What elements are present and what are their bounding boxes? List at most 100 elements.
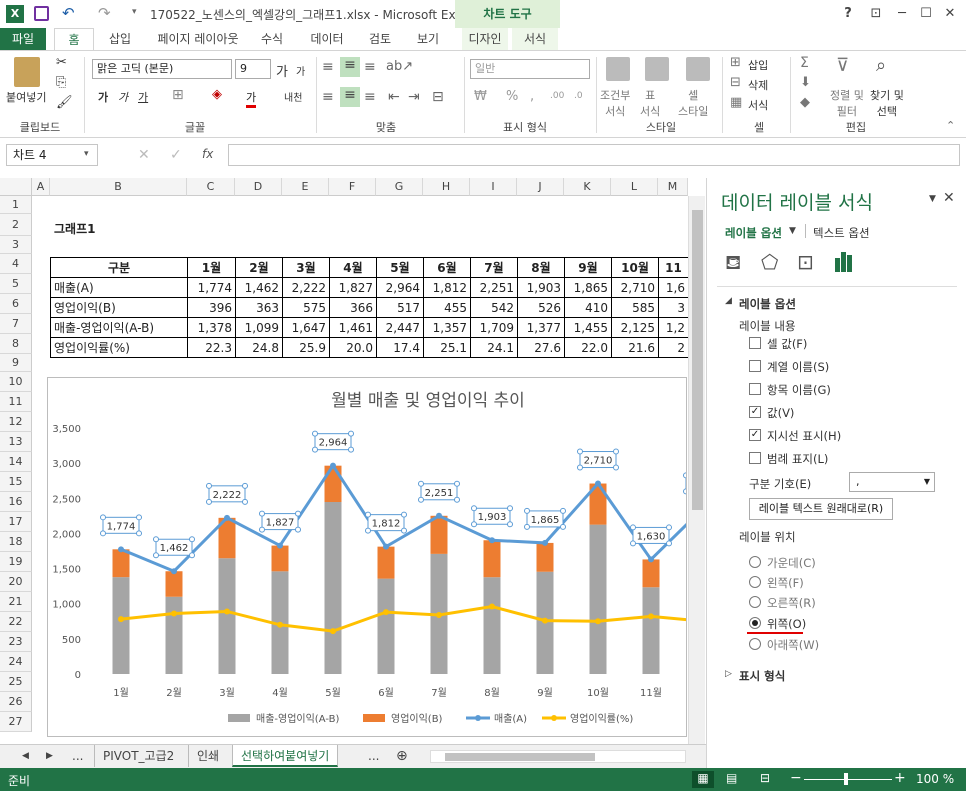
- row-header[interactable]: 3: [0, 236, 32, 254]
- row-header[interactable]: 11: [0, 392, 32, 412]
- table-cell[interactable]: 영업이익률(%): [50, 337, 188, 358]
- tab-file[interactable]: 파일: [0, 28, 46, 50]
- page-break-view-icon[interactable]: ⊟: [760, 771, 770, 785]
- comma-button[interactable]: ,: [530, 89, 534, 104]
- insert-cells-icon[interactable]: ⊞: [730, 55, 741, 70]
- row-header[interactable]: 7: [0, 314, 32, 334]
- align-middle-icon[interactable]: ≡: [340, 57, 360, 77]
- header-cell[interactable]: 1월: [187, 257, 236, 278]
- row-header[interactable]: 2: [0, 214, 32, 236]
- sort-filter-icon[interactable]: ⊽: [836, 55, 849, 76]
- header-cell[interactable]: 2월: [235, 257, 283, 278]
- formula-input[interactable]: [228, 144, 960, 166]
- enter-icon[interactable]: ✓: [170, 147, 182, 163]
- zoom-out-button[interactable]: −: [790, 770, 802, 786]
- tab-insert[interactable]: 삽입: [100, 28, 140, 50]
- select-all-corner[interactable]: [0, 178, 32, 196]
- checkbox-series-name[interactable]: [749, 360, 761, 372]
- help-button[interactable]: ?: [836, 4, 860, 24]
- radio-center[interactable]: [749, 556, 761, 568]
- checkbox-series-name-label[interactable]: 계열 이름(S): [767, 359, 829, 375]
- tab-data[interactable]: 데이터: [302, 28, 352, 50]
- row-header[interactable]: 21: [0, 592, 32, 612]
- maximize-button[interactable]: ☐: [914, 4, 938, 24]
- table-cell[interactable]: 366: [329, 297, 377, 318]
- qat-customize-icon[interactable]: ▾: [132, 7, 137, 17]
- row-header[interactable]: 24: [0, 652, 32, 672]
- row-header[interactable]: 17: [0, 512, 32, 532]
- table-format-button[interactable]: 표 서식: [640, 87, 660, 119]
- row-header[interactable]: 13: [0, 432, 32, 452]
- copy-icon[interactable]: ⎘: [56, 75, 66, 90]
- radio-right[interactable]: [749, 596, 761, 608]
- checkbox-value[interactable]: ✓: [749, 406, 761, 418]
- pane-menu-icon[interactable]: ▼: [929, 194, 936, 204]
- fill-color-icon[interactable]: ◈: [212, 87, 222, 102]
- header-cell[interactable]: 5월: [376, 257, 424, 278]
- column-header-j[interactable]: J: [517, 178, 564, 196]
- row-header[interactable]: 9: [0, 354, 32, 372]
- header-cell[interactable]: 11: [658, 257, 689, 278]
- column-header-b[interactable]: B: [50, 178, 187, 196]
- row-header[interactable]: 8: [0, 334, 32, 354]
- table-cell[interactable]: 24.1: [470, 337, 518, 358]
- redo-icon[interactable]: ↷: [98, 4, 111, 22]
- column-header-h[interactable]: H: [423, 178, 470, 196]
- paste-icon[interactable]: [14, 57, 40, 87]
- tab-format[interactable]: 서식: [512, 28, 558, 50]
- section-number[interactable]: 표시 형식: [739, 668, 785, 684]
- checkbox-leader-lines-label[interactable]: 지시선 표시(H): [767, 428, 841, 444]
- sheet-tab-more-right[interactable]: ...: [360, 745, 387, 767]
- table-cell[interactable]: 1,6: [658, 277, 689, 298]
- sheet-tab-pivot[interactable]: PIVOT_고급2: [94, 745, 182, 767]
- tab-page-layout[interactable]: 페이지 레이아웃: [148, 28, 248, 50]
- save-icon[interactable]: [34, 6, 49, 21]
- checkbox-category-name[interactable]: [749, 383, 761, 395]
- collapse-ribbon-icon[interactable]: ⌃: [946, 119, 955, 132]
- align-bottom-icon[interactable]: ≡: [364, 59, 376, 75]
- checkbox-value-label[interactable]: 값(V): [767, 405, 794, 421]
- checkbox-cell-value[interactable]: [749, 337, 761, 349]
- scroll-left-icon[interactable]: ◀: [14, 745, 37, 767]
- column-header-k[interactable]: K: [564, 178, 611, 196]
- find-select-icon[interactable]: ⌕: [876, 55, 886, 76]
- table-cell[interactable]: 20.0: [329, 337, 377, 358]
- table-cell[interactable]: 1,455: [564, 317, 612, 338]
- normal-view-icon[interactable]: ▦: [692, 771, 714, 788]
- zoom-slider[interactable]: [804, 779, 892, 780]
- effects-icon[interactable]: ⬠: [761, 250, 778, 274]
- sheet-tab-print[interactable]: 인쇄: [188, 745, 227, 767]
- cut-icon[interactable]: ✂: [56, 55, 67, 70]
- sheet-tab-paste-special[interactable]: 선택하여붙여넣기: [232, 745, 339, 767]
- number-format-combo[interactable]: 일반: [470, 59, 590, 79]
- table-cell[interactable]: 363: [235, 297, 283, 318]
- table-cell[interactable]: 25.9: [282, 337, 330, 358]
- table-cell[interactable]: 27.6: [517, 337, 565, 358]
- tab-formulas[interactable]: 수식: [252, 28, 292, 50]
- radio-below-label[interactable]: 아래쪽(W): [767, 637, 819, 653]
- increase-decimal-icon[interactable]: .00: [550, 91, 564, 101]
- radio-above-label[interactable]: 위쪽(O): [767, 616, 806, 632]
- table-cell[interactable]: 1,2: [658, 317, 689, 338]
- table-cell[interactable]: 21.6: [611, 337, 659, 358]
- orientation-icon[interactable]: ab↗: [386, 59, 413, 74]
- table-cell[interactable]: 1,774: [187, 277, 236, 298]
- row-header[interactable]: 15: [0, 472, 32, 492]
- row-header[interactable]: 12: [0, 412, 32, 432]
- outdent-icon[interactable]: ⇥: [408, 89, 420, 105]
- bold-button[interactable]: 가: [98, 89, 108, 105]
- align-right-icon[interactable]: ≡: [364, 89, 376, 105]
- checkbox-cell-value-label[interactable]: 셀 값(F): [767, 336, 807, 352]
- format-cells-button[interactable]: 서식: [748, 97, 768, 113]
- percent-button[interactable]: %: [506, 89, 518, 104]
- table-cell[interactable]: 410: [564, 297, 612, 318]
- table-cell[interactable]: 매출-영업이익(A-B): [50, 317, 188, 338]
- table-cell[interactable]: 3: [658, 297, 689, 318]
- table-cell[interactable]: 1,357: [423, 317, 471, 338]
- table-cell[interactable]: 1,647: [282, 317, 330, 338]
- conditional-format-icon[interactable]: [606, 57, 630, 81]
- separator-dropdown[interactable]: , ▼: [849, 472, 935, 492]
- radio-below[interactable]: [749, 638, 761, 650]
- decrease-decimal-icon[interactable]: .0: [574, 91, 583, 101]
- section-collapse-icon[interactable]: ◢: [725, 296, 732, 306]
